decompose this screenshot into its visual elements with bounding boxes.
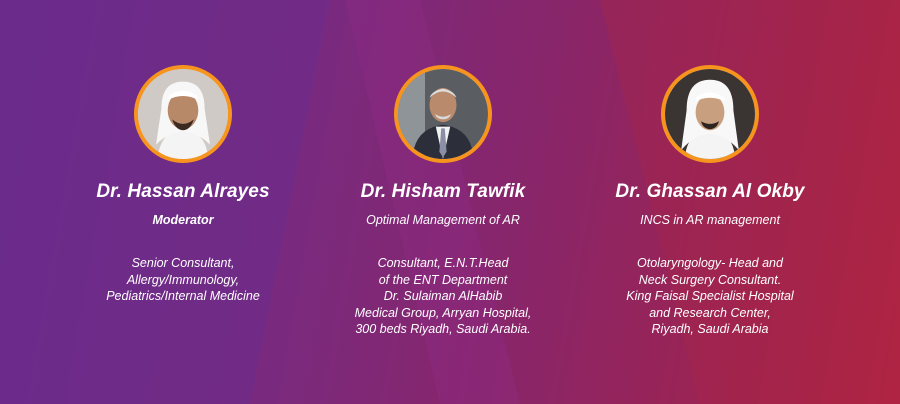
speaker-bio-line: Neck Surgery Consultant. [638,272,782,287]
speaker-bio-line: Consultant, E.N.T.Head [377,256,509,270]
speaker-name-2: Dr. Hisham Tawfik [360,181,526,202]
speaker-name-1: Dr. Hassan Alrayes [96,181,270,202]
speaker-photo-3 [661,65,759,163]
speaker-bio-line: Riyadh, Saudi Arabia [651,322,769,336]
speaker-role-2: Optimal Management of AR [366,213,520,227]
speaker-bio-1: Senior Consultant, Allergy/Immunology, P… [48,255,318,305]
speaker-bio-line: Pediatrics/Internal Medicine [106,289,260,303]
speaker-bio-line: of the ENT Department [378,272,508,287]
speaker-photo-2 [394,65,492,163]
speaker-bio-line: and Research Center, [649,305,771,320]
speaker-role-3: INCS in AR management [640,213,780,227]
speaker-banner: Dr. Hassan Alrayes Moderator Senior Cons… [0,0,900,404]
speaker-bio-line: 300 beds Riyadh, Saudi Arabia. [355,322,531,336]
speaker-photo-1 [134,65,232,163]
speaker-bio-line: Dr. Sulaiman AlHabib [383,289,503,303]
speaker-role-1: Moderator [152,213,214,227]
speaker-bio-line: Allergy/Immunology, [126,272,240,287]
speaker-card-3: Dr. Ghassan Al Okby INCS in AR managemen… [575,65,845,338]
speaker-bio-line: Senior Consultant, [131,256,235,270]
speaker-name-3: Dr. Ghassan Al Okby [615,181,805,202]
speaker-bio-line: Medical Group, Arryan Hospital, [354,305,532,320]
speaker-bio-3: Otolaryngology- Head and Neck Surgery Co… [575,255,845,338]
speaker-bio-line: King Faisal Specialist Hospital [626,289,794,303]
speaker-bio-line: Otolaryngology- Head and [637,256,783,270]
speaker-bio-2: Consultant, E.N.T.Head of the ENT Depart… [308,255,578,338]
speaker-card-2: Dr. Hisham Tawfik Optimal Management of … [308,65,578,338]
speaker-card-1: Dr. Hassan Alrayes Moderator Senior Cons… [48,65,318,305]
